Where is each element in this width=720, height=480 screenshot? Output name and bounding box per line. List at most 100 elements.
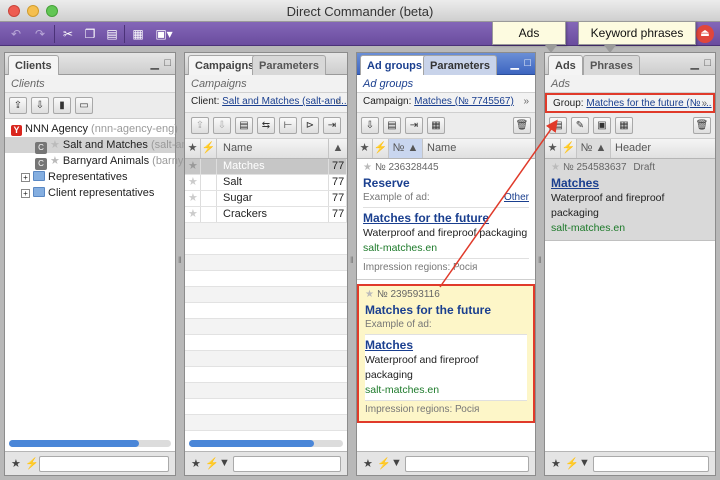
document-icon[interactable]: ▤	[383, 117, 401, 134]
upload-icon[interactable]: ⇪	[9, 97, 27, 114]
chevron-down-icon[interactable]: »	[523, 96, 529, 107]
column-header[interactable]: Header	[611, 139, 715, 158]
star-column-icon[interactable]: ★	[357, 139, 373, 158]
search-input[interactable]	[233, 456, 341, 472]
maximize-panel-icon[interactable]: □	[164, 57, 171, 69]
tab-parameters[interactable]: Parameters	[252, 55, 326, 75]
star-filter-icon[interactable]: ★	[551, 457, 561, 470]
tab-campaigns[interactable]: Campaigns	[188, 55, 262, 75]
send-icon[interactable]: ⇥	[405, 117, 423, 134]
minimize-panel-icon[interactable]: ▁	[151, 57, 159, 70]
window-title: Direct Commander (beta)	[286, 4, 434, 19]
column-number[interactable]: № ▲	[577, 139, 611, 158]
maximize-panel-icon[interactable]: □	[524, 57, 531, 69]
star-column-icon[interactable]: ★	[545, 139, 561, 158]
splitter-handle[interactable]: ‖	[538, 255, 542, 267]
chevron-down-icon[interactable]: »	[701, 98, 707, 109]
export-icon[interactable]: ⊳	[301, 117, 319, 134]
client-filter[interactable]: Client: Salt and Matches (salt-and... »	[185, 93, 347, 113]
send-icon[interactable]: ⇥	[323, 117, 341, 134]
maximize-panel-icon[interactable]: □	[704, 57, 711, 69]
splitter-handle[interactable]: ‖	[350, 255, 354, 267]
horizontal-scrollbar[interactable]	[9, 440, 171, 447]
table-icon[interactable]: ▦	[128, 25, 148, 43]
search-input[interactable]	[39, 456, 169, 472]
lightning-column-icon[interactable]: ⚡	[201, 139, 217, 158]
lightning-column-icon[interactable]: ⚡	[561, 139, 577, 158]
search-input[interactable]	[405, 456, 529, 472]
filter-icon[interactable]: ▼	[391, 457, 402, 469]
keyword-phrases-callout: Keyword phrases	[578, 21, 696, 45]
star-filter-icon[interactable]: ★	[191, 457, 201, 470]
budget-icon[interactable]: ▭	[75, 97, 93, 114]
download-icon[interactable]: ⇩	[31, 97, 49, 114]
image-icon[interactable]: ▣	[593, 117, 611, 134]
import-icon[interactable]: ⊢	[279, 117, 297, 134]
lightning-column-icon[interactable]: ⚡	[373, 139, 389, 158]
expand-icon[interactable]: +	[21, 173, 30, 182]
copy-icon[interactable]: ❐	[80, 25, 100, 43]
column-name[interactable]: Name	[423, 139, 535, 158]
column-number[interactable]: № ▲	[389, 139, 423, 158]
splitter-handle[interactable]: ‖	[178, 255, 182, 267]
filter-icon[interactable]: ▼	[219, 457, 230, 469]
lightning-icon[interactable]: ⚡	[565, 457, 579, 470]
tree-client-salt-and-matches[interactable]: C ★ Salt and Matches (salt-and-	[5, 137, 197, 154]
tree-agency[interactable]: Y NNN Agency (nnn-agency-eng)	[5, 121, 178, 137]
table-icon[interactable]: ▦	[427, 117, 445, 134]
list-item-selected[interactable]: ★ № 239593116 Matches for the future Exam…	[357, 284, 535, 423]
expand-icon[interactable]: +	[21, 189, 30, 198]
exit-icon[interactable]: ⏏	[696, 25, 714, 43]
document-icon[interactable]: ▤	[549, 117, 567, 134]
tab-phrases[interactable]: Phrases	[583, 55, 640, 75]
column-name[interactable]: Name	[217, 139, 329, 158]
view-icon[interactable]: ▣▾	[152, 25, 176, 43]
star-icon[interactable]: ★	[50, 155, 60, 167]
table-row[interactable]: ★ Matches 77	[185, 159, 347, 175]
table-row[interactable]: ★ Crackers 77	[185, 207, 347, 223]
tab-ad-groups[interactable]: Ad groups	[360, 55, 429, 75]
cut-icon[interactable]: ✂	[58, 25, 78, 43]
copy-campaign-icon[interactable]: ⇆	[257, 117, 275, 134]
tree-folder-representatives[interactable]: + Representatives	[5, 169, 175, 185]
tab-ads[interactable]: Ads	[548, 55, 583, 75]
group-filter[interactable]: Group: Matches for the future (№ ... »	[545, 93, 715, 113]
lightning-icon[interactable]: ⚡	[205, 457, 219, 470]
tree-client-barnyard-animals[interactable]: C ★ Barnyard Animals (barnyar	[5, 153, 193, 170]
other-link[interactable]: Other	[504, 191, 529, 205]
table-row[interactable]: ★ Sugar 77	[185, 191, 347, 207]
minimize-panel-icon[interactable]: ▁	[511, 57, 519, 70]
minimize-panel-icon[interactable]: ▁	[691, 57, 699, 70]
horizontal-scrollbar[interactable]	[189, 440, 343, 447]
table-row[interactable]: ★ Salt 77	[185, 175, 347, 191]
undo-icon[interactable]: ↶	[6, 25, 26, 43]
star-column-icon[interactable]: ★	[185, 139, 201, 158]
upload-icon[interactable]: ⇪	[191, 117, 209, 134]
trash-icon[interactable]: 🗑	[513, 117, 531, 134]
star-icon[interactable]: ★	[50, 139, 60, 151]
tab-parameters[interactable]: Parameters	[423, 55, 497, 75]
list-item-selected[interactable]: ★ № 254583637 Draft Matches Waterproof an…	[545, 159, 715, 241]
paste-icon[interactable]: ▤	[102, 25, 122, 43]
tab-clients[interactable]: Clients	[8, 55, 59, 75]
scroll-up-icon[interactable]: ▲	[329, 139, 347, 158]
download-icon[interactable]: ⇩	[213, 117, 231, 134]
filter-icon[interactable]: ▼	[579, 457, 590, 469]
document-icon[interactable]: ▤	[235, 117, 253, 134]
chevron-down-icon[interactable]: »	[335, 96, 341, 107]
table-icon[interactable]: ▦	[615, 117, 633, 134]
download-icon[interactable]: ⇩	[361, 117, 379, 134]
lightning-icon[interactable]: ⚡	[377, 457, 391, 470]
tree-folder-client-representatives[interactable]: + Client representatives	[5, 185, 175, 201]
search-input[interactable]	[593, 456, 709, 472]
star-filter-icon[interactable]: ★	[11, 457, 21, 470]
star-filter-icon[interactable]: ★	[363, 457, 373, 470]
clients-tree: Y NNN Agency (nnn-agency-eng) C ★ Salt and …	[5, 119, 197, 201]
redo-icon[interactable]: ↷	[30, 25, 50, 43]
edit-icon[interactable]: ✎	[571, 117, 589, 134]
trash-icon[interactable]: 🗑	[693, 117, 711, 134]
list-item[interactable]: ★ № 236328445 Reserve Example of ad: Othe…	[357, 159, 535, 280]
campaign-filter[interactable]: Campaign: Matches (№ 7745567) »	[357, 93, 535, 113]
lightning-icon[interactable]: ⚡	[25, 457, 39, 470]
stats-icon[interactable]: ▮	[53, 97, 71, 114]
